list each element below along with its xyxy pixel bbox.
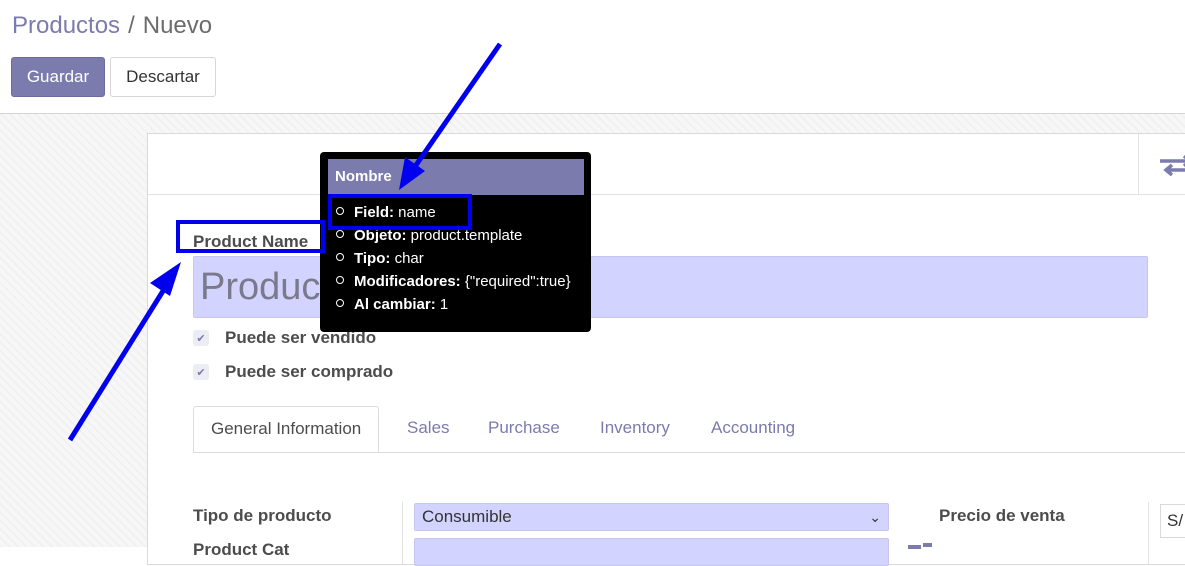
product-name-label: Product Name bbox=[193, 232, 309, 251]
tab-general-information[interactable]: General Information bbox=[193, 406, 380, 452]
breadcrumb-separator: / bbox=[128, 12, 135, 39]
breadcrumb-current: Nuevo bbox=[142, 12, 213, 39]
transfer-arrows-icon[interactable] bbox=[1158, 154, 1185, 176]
external-link-icon[interactable] bbox=[908, 543, 932, 549]
tooltip-item: Field: name bbox=[336, 201, 584, 224]
can-be-purchased-checkbox[interactable]: ✔ bbox=[193, 364, 209, 380]
can-be-purchased-row[interactable]: ✔ Puede ser comprado bbox=[193, 360, 393, 384]
tooltip-value: name bbox=[398, 204, 436, 221]
tooltip-title: Nombre bbox=[328, 159, 584, 195]
bullet-icon bbox=[336, 230, 344, 239]
can-be-sold-checkbox[interactable]: ✔ bbox=[193, 330, 209, 346]
bullet-icon bbox=[336, 276, 344, 285]
product-category-label: Product Cat bbox=[193, 540, 290, 559]
tab-sales[interactable]: Sales bbox=[407, 406, 450, 452]
tooltip-key: Field: bbox=[354, 204, 394, 221]
field-tooltip: Nombre Field: name Objeto: product.templ… bbox=[320, 152, 591, 332]
discard-button[interactable]: Descartar bbox=[110, 57, 216, 97]
product-type-label: Tipo de producto bbox=[193, 506, 332, 525]
chevron-down-icon: ⌄ bbox=[869, 509, 881, 525]
product-type-value: Consumible bbox=[422, 507, 512, 526]
tab-purchase[interactable]: Purchase bbox=[488, 406, 560, 452]
bullet-icon bbox=[336, 299, 344, 308]
bullet-icon bbox=[336, 207, 344, 216]
tooltip-item: Al cambiar: 1 bbox=[336, 293, 584, 316]
button-box bbox=[148, 134, 1185, 195]
notebook-tabs: General Information Sales Purchase Inven… bbox=[193, 406, 1185, 453]
breadcrumb: Productos / Nuevo bbox=[12, 11, 212, 41]
tooltip-key: Tipo: bbox=[354, 250, 391, 267]
product-category-select[interactable] bbox=[414, 538, 889, 566]
right-label-column-divider bbox=[1148, 502, 1149, 564]
tooltip-item: Modificadores: {"required":true} bbox=[336, 270, 584, 293]
tooltip-list: Field: name Objeto: product.template Tip… bbox=[328, 195, 584, 316]
tooltip-value: product.template bbox=[410, 227, 523, 244]
tooltip-key: Al cambiar: bbox=[354, 296, 436, 313]
tab-accounting[interactable]: Accounting bbox=[711, 406, 795, 452]
tooltip-value: char bbox=[394, 250, 424, 267]
can-be-purchased-label: Puede ser comprado bbox=[225, 362, 394, 381]
tooltip-item: Objeto: product.template bbox=[336, 224, 584, 247]
tooltip-value: {"required":true} bbox=[464, 273, 571, 290]
form-view-background: Product Name Product ✔ Puede ser vendido… bbox=[0, 114, 1185, 566]
sale-price-input[interactable]: S/ bbox=[1160, 504, 1185, 538]
save-button[interactable]: Guardar bbox=[11, 57, 105, 97]
tooltip-key: Modificadores: bbox=[354, 273, 461, 290]
breadcrumb-productos-link[interactable]: Productos bbox=[12, 12, 120, 39]
form-sheet: Product Name Product ✔ Puede ser vendido… bbox=[147, 133, 1185, 566]
sale-price-label: Precio de venta bbox=[939, 506, 1065, 525]
label-column-divider bbox=[402, 502, 403, 564]
tooltip-value: 1 bbox=[439, 296, 449, 313]
button-box-divider bbox=[1138, 134, 1139, 194]
control-panel: Productos / Nuevo Guardar Descartar bbox=[0, 0, 1185, 114]
tooltip-item: Tipo: char bbox=[336, 247, 584, 270]
tab-inventory[interactable]: Inventory bbox=[600, 406, 670, 452]
tooltip-key: Objeto: bbox=[354, 227, 407, 244]
product-type-select[interactable]: Consumible ⌄ bbox=[414, 503, 889, 531]
bullet-icon bbox=[336, 253, 344, 262]
